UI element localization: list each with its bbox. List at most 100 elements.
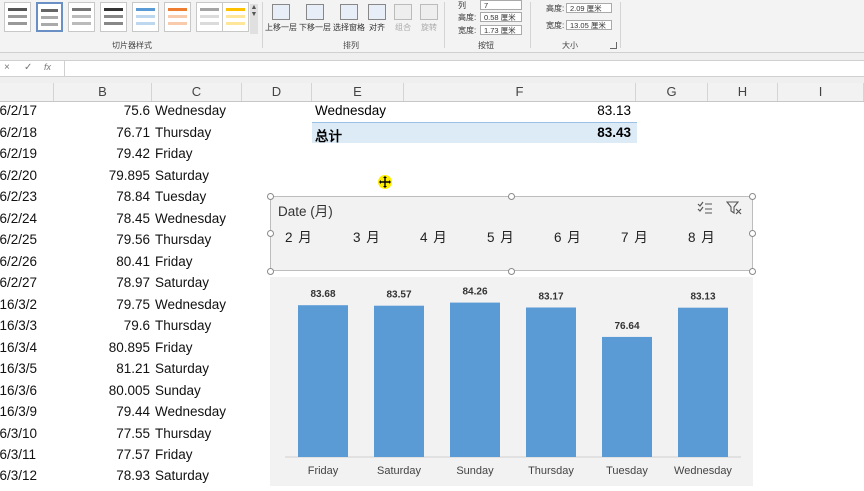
slicer-style-thumb[interactable] xyxy=(4,2,31,32)
weekday-cell[interactable]: Wednesday xyxy=(155,297,275,312)
slicer-item-feb[interactable]: 2 月 xyxy=(285,226,313,246)
slicer-style-thumb[interactable] xyxy=(164,2,191,32)
enter-icon[interactable]: ✓ xyxy=(24,62,32,73)
value-cell[interactable]: 76.71 xyxy=(70,125,150,140)
group-button[interactable]: 组合 xyxy=(392,2,414,33)
column-header-a[interactable] xyxy=(0,83,54,101)
button-height-spinner[interactable]: 高度: 0.58 厘米 xyxy=(448,12,528,23)
value-cell[interactable]: 79.895 xyxy=(70,168,150,183)
value-cell[interactable]: 80.005 xyxy=(70,383,150,398)
slicer-style-thumb[interactable] xyxy=(68,2,95,32)
chart-bar[interactable] xyxy=(526,307,576,457)
bring-forward-button[interactable]: 上移一层 xyxy=(264,2,298,33)
slicer-item-jul[interactable]: 7 月 xyxy=(621,226,649,246)
column-header-c[interactable]: C xyxy=(152,83,242,101)
chart-bar[interactable] xyxy=(298,305,348,457)
pivot-chart[interactable]: 83.68 Friday 83.57 Saturday 84.26 Sunday 83.17… xyxy=(270,277,753,486)
styles-scroll-icon[interactable]: ▲ ▼ xyxy=(250,4,258,34)
weekday-cell[interactable]: Wednesday xyxy=(155,103,275,118)
weekday-cell[interactable]: Saturday xyxy=(155,168,275,183)
value-cell[interactable]: 79.44 xyxy=(70,404,150,419)
value-cell[interactable]: 79.75 xyxy=(70,297,150,312)
column-header-e[interactable]: E xyxy=(312,83,404,101)
width-spinner[interactable]: 宽度: 13.05 厘米 xyxy=(536,20,616,31)
weekday-cell[interactable]: Friday xyxy=(155,447,275,462)
slicer-item-jun[interactable]: 6 月 xyxy=(554,226,582,246)
value-cell[interactable]: 78.45 xyxy=(70,211,150,226)
cancel-icon[interactable]: × xyxy=(4,62,10,73)
resize-handle[interactable] xyxy=(267,230,274,237)
slicer-item-mar[interactable]: 3 月 xyxy=(353,226,381,246)
button-height-input[interactable]: 0.58 厘米 xyxy=(480,12,522,22)
value-cell[interactable]: 80.895 xyxy=(70,340,150,355)
formula-input[interactable] xyxy=(64,61,864,76)
weekday-cell[interactable]: Saturday xyxy=(155,275,275,290)
weekday-cell[interactable]: Tuesday xyxy=(155,189,275,204)
slicer-item-apr[interactable]: 4 月 xyxy=(420,226,448,246)
weekday-cell[interactable]: Thursday xyxy=(155,125,275,140)
value-cell[interactable]: 79.56 xyxy=(70,232,150,247)
slicer-style-thumb[interactable] xyxy=(36,2,63,32)
resize-handle[interactable] xyxy=(749,193,756,200)
column-header-g[interactable]: G xyxy=(636,83,708,101)
chart-bar[interactable] xyxy=(678,307,728,457)
function-icon[interactable]: fx xyxy=(44,62,51,72)
columns-input[interactable]: 7 xyxy=(480,0,522,10)
value-cell[interactable]: 77.55 xyxy=(70,426,150,441)
resize-handle[interactable] xyxy=(508,268,515,275)
value-cell[interactable]: 78.84 xyxy=(70,189,150,204)
weekday-cell[interactable]: Friday xyxy=(155,340,275,355)
value-cell[interactable]: 81.21 xyxy=(70,361,150,376)
column-header-i[interactable]: I xyxy=(778,83,864,101)
button-width-input[interactable]: 1.73 厘米 xyxy=(480,25,522,35)
column-header-f[interactable]: F xyxy=(404,83,636,101)
date-slicer[interactable]: Date (月) 2 月 3 月 4 月 5 月 6 月 7 月 8 月 xyxy=(270,196,753,271)
weekday-cell[interactable]: Thursday xyxy=(155,232,275,247)
slicer-style-thumb[interactable] xyxy=(132,2,159,32)
align-button[interactable]: 对齐 xyxy=(366,2,388,33)
weekday-cell[interactable]: Saturday xyxy=(155,468,275,483)
weekday-cell[interactable]: Wednesday xyxy=(155,211,275,226)
resize-handle[interactable] xyxy=(267,193,274,200)
size-dialog-launcher-icon[interactable] xyxy=(610,42,617,49)
resize-handle[interactable] xyxy=(508,193,515,200)
value-cell[interactable]: 77.57 xyxy=(70,447,150,462)
multi-select-icon[interactable] xyxy=(697,201,713,215)
column-header-b[interactable]: B xyxy=(54,83,152,101)
chart-bar[interactable] xyxy=(450,302,500,457)
rotate-button[interactable]: 旋转 xyxy=(418,2,440,33)
pivot-total-row[interactable]: 总计 83.43 xyxy=(312,122,637,144)
column-header-d[interactable]: D xyxy=(242,83,312,101)
weekday-cell[interactable]: Wednesday xyxy=(155,404,275,419)
pivot-row[interactable]: Wednesday 83.13 xyxy=(312,101,637,121)
value-cell[interactable]: 78.93 xyxy=(70,468,150,483)
width-input[interactable]: 13.05 厘米 xyxy=(566,20,612,30)
slicer-style-thumb[interactable] xyxy=(222,2,249,32)
resize-handle[interactable] xyxy=(267,268,274,275)
height-spinner[interactable]: 高度: 2.09 厘米 xyxy=(536,3,616,14)
weekday-cell[interactable]: Thursday xyxy=(155,426,275,441)
slicer-item-may[interactable]: 5 月 xyxy=(487,226,515,246)
chart-bar[interactable] xyxy=(374,305,424,457)
value-cell[interactable]: 79.42 xyxy=(70,146,150,161)
resize-handle[interactable] xyxy=(749,230,756,237)
weekday-cell[interactable]: Sunday xyxy=(155,383,275,398)
weekday-cell[interactable]: Saturday xyxy=(155,361,275,376)
clear-filter-icon[interactable] xyxy=(726,201,742,215)
value-cell[interactable]: 75.6 xyxy=(70,103,150,118)
button-width-spinner[interactable]: 宽度: 1.73 厘米 xyxy=(448,25,528,36)
slicer-item-aug[interactable]: 8 月 xyxy=(688,226,716,246)
columns-spinner[interactable]: 列 7 xyxy=(448,0,528,11)
resize-handle[interactable] xyxy=(749,268,756,275)
column-header-h[interactable]: H xyxy=(708,83,778,101)
value-cell[interactable]: 80.41 xyxy=(70,254,150,269)
send-backward-button[interactable]: 下移一层 xyxy=(298,2,332,33)
weekday-cell[interactable]: Friday xyxy=(155,146,275,161)
weekday-cell[interactable]: Thursday xyxy=(155,318,275,333)
value-cell[interactable]: 78.97 xyxy=(70,275,150,290)
weekday-cell[interactable]: Friday xyxy=(155,254,275,269)
chart-bar[interactable] xyxy=(602,336,652,457)
height-input[interactable]: 2.09 厘米 xyxy=(566,3,612,13)
value-cell[interactable]: 79.6 xyxy=(70,318,150,333)
selection-pane-button[interactable]: 选择窗格 xyxy=(332,2,366,33)
